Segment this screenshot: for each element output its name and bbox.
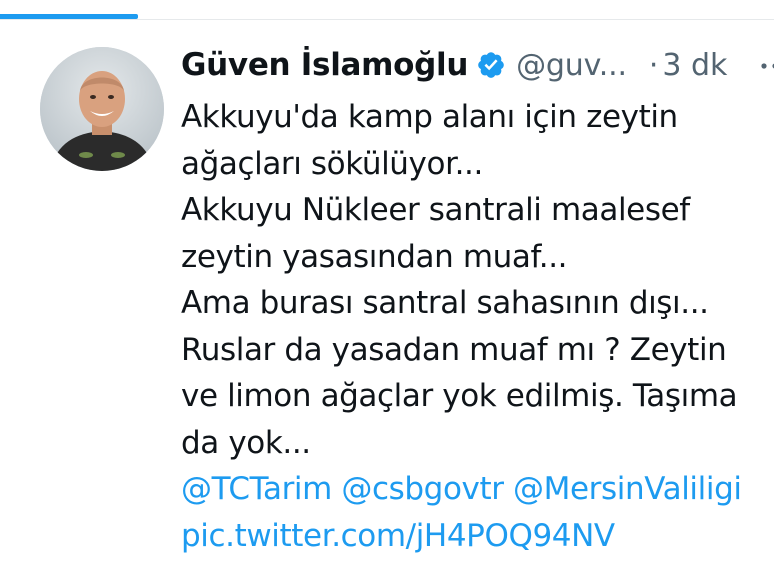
tweet-header: Güven İslamoğlu @guv... · 3 dk [181, 43, 727, 87]
mention-link-csbgovtr[interactable]: @csbgovtr [341, 471, 504, 507]
tweet-timestamp[interactable]: 3 dk [662, 48, 727, 83]
mention-link-tctarim[interactable]: @TCTarim [181, 471, 332, 507]
tweet-text: Akkuyu'da kamp alanı için zeytin ağaçlar… [181, 94, 774, 559]
tweet-text-line: ağaçları sökülüyor... [181, 145, 483, 182]
tweet-text-line: da yok... [181, 424, 311, 461]
tweet-screen: Güven İslamoğlu @guv... · 3 dk Akkuyu'da… [0, 0, 774, 571]
tweet-text-line: Ruslar da yasadan muaf mı ? Zeytin [181, 331, 727, 368]
tweet-text-line: ve limon ağaçlar yok edilmiş. Taşıma [181, 378, 738, 414]
top-divider [0, 19, 774, 20]
media-link[interactable]: pic.twitter.com/jH4POQ94NV [181, 513, 774, 560]
verified-badge-icon [476, 50, 506, 80]
author-handle[interactable]: @guv... [516, 48, 627, 83]
header-separator: · [648, 47, 659, 83]
tweet-text-line: Akkuyu Nükleer santrali maalesef [181, 192, 690, 228]
author-display-name[interactable]: Güven İslamoğlu [181, 47, 468, 83]
tweet-text-line: Akkuyu'da kamp alanı için zeytin [181, 99, 678, 135]
tweet-text-line: Ama burası santral sahasının dışı... [181, 285, 709, 321]
avatar[interactable] [40, 47, 164, 171]
tweet-text-line: zeytin yasasından muaf... [181, 238, 568, 275]
mention-link-mersinvaliligi[interactable]: @MersinValiligi [513, 471, 742, 507]
more-options-icon[interactable] [756, 52, 774, 80]
mentions-line: @TCTarim @csbgovtr @MersinValiligi [181, 466, 774, 513]
